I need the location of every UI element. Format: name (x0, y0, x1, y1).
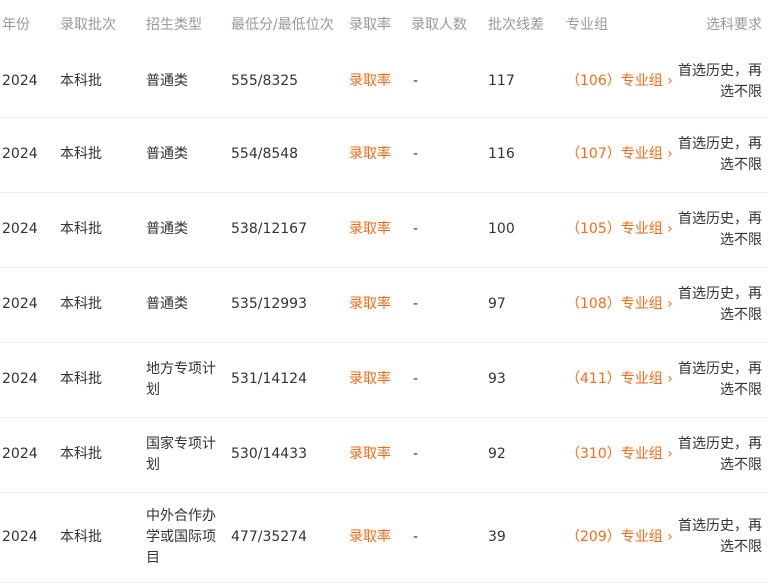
cell-rate[interactable]: 录取率 (349, 444, 391, 464)
cell-score: 538/12167 (231, 221, 307, 237)
cell-year: 2024 (2, 73, 38, 89)
cell-count: - (413, 371, 419, 387)
cell-type: 普通类 (146, 296, 188, 312)
cell-score: 535/12993 (231, 296, 307, 312)
cell-batch: 本科批 (60, 296, 102, 312)
cell-score: 555/8325 (231, 73, 299, 89)
cell-rate[interactable]: 录取率 (349, 294, 391, 314)
cell-batch: 本科批 (60, 221, 102, 237)
cell-type: 中外合作办学或国际项目 (146, 508, 216, 566)
cell-type: 普通类 (146, 73, 188, 89)
cell-group[interactable]: （108）专业组 › (566, 294, 673, 314)
cell-score: 477/35274 (231, 529, 307, 545)
cell-count: - (413, 446, 419, 462)
cell-type: 普通类 (146, 146, 188, 162)
header-rate: 录取率 (349, 17, 391, 33)
cell-diff: 93 (488, 371, 506, 387)
header-diff: 批次线差 (488, 17, 544, 33)
table-row: 2024 本科批 普通类 535/12993 录取率 - 97 （108）专业组 › 首选历史，… (0, 267, 768, 343)
table-row: 2024 本科批 普通类 555/8325 录取率 - 117 （106）专业组 › 首选历史，… (0, 46, 768, 118)
cell-year: 2024 (2, 529, 38, 545)
table-row: 2024 本科批 中外合作办学或国际项目 477/35274 录取率 - 39 （209）专业… (0, 492, 768, 583)
cell-diff: 116 (488, 146, 515, 162)
cell-diff: 39 (488, 529, 506, 545)
cell-batch: 本科批 (60, 73, 102, 89)
header-count: 录取人数 (411, 17, 467, 33)
table-row: 2024 本科批 地方专项计划 531/14124 录取率 - 93 （411）专业组 › 首选… (0, 342, 768, 418)
cell-group[interactable]: （411）专业组 › (566, 369, 673, 389)
cell-diff: 97 (488, 296, 506, 312)
cell-type: 国家专项计划 (146, 436, 216, 473)
table-header: 年份 录取批次 招生类型 最低分/最低位次 录取率 录取人数 批次线差 专业组 … (0, 0, 768, 46)
cell-group[interactable]: （106）专业组 › (566, 71, 673, 91)
cell-count: - (413, 296, 419, 312)
cell-batch: 本科批 (60, 371, 102, 387)
cell-year: 2024 (2, 371, 38, 387)
cell-type: 地方专项计划 (146, 361, 216, 398)
cell-req: 首选历史，再选不限 (678, 286, 762, 323)
cell-diff: 92 (488, 446, 506, 462)
cell-score: 554/8548 (231, 146, 299, 162)
cell-type: 普通类 (146, 221, 188, 237)
header-req: 选科要求 (706, 17, 762, 33)
cell-req: 首选历史，再选不限 (678, 361, 762, 398)
cell-req: 首选历史，再选不限 (678, 63, 762, 100)
cell-rate[interactable]: 录取率 (349, 369, 391, 389)
header-type: 招生类型 (146, 17, 202, 33)
cell-req: 首选历史，再选不限 (678, 436, 762, 473)
cell-count: - (413, 221, 419, 237)
cell-group[interactable]: （310）专业组 › (566, 444, 673, 464)
cell-year: 2024 (2, 146, 38, 162)
cell-group[interactable]: （107）专业组 › (566, 144, 673, 164)
cell-score: 531/14124 (231, 371, 307, 387)
cell-group[interactable]: （209）专业组 › (566, 527, 673, 547)
cell-year: 2024 (2, 296, 38, 312)
header-year: 年份 (2, 17, 30, 33)
cell-group[interactable]: （105）专业组 › (566, 219, 673, 239)
cell-score: 530/14433 (231, 446, 307, 462)
cell-req: 首选历史，再选不限 (678, 518, 762, 555)
cell-rate[interactable]: 录取率 (349, 144, 391, 164)
cell-diff: 100 (488, 221, 515, 237)
cell-batch: 本科批 (60, 446, 102, 462)
cell-batch: 本科批 (60, 529, 102, 545)
cell-rate[interactable]: 录取率 (349, 527, 391, 547)
table-row: 2024 本科批 普通类 538/12167 录取率 - 100 （105）专业组 › 首选历史… (0, 192, 768, 268)
cell-count: - (413, 529, 419, 545)
cell-year: 2024 (2, 221, 38, 237)
cell-count: - (413, 146, 419, 162)
cell-year: 2024 (2, 446, 38, 462)
cell-count: - (413, 73, 419, 89)
header-score: 最低分/最低位次 (231, 17, 334, 33)
cell-rate[interactable]: 录取率 (349, 219, 391, 239)
cell-batch: 本科批 (60, 146, 102, 162)
cell-req: 首选历史，再选不限 (678, 211, 762, 248)
table-row: 2024 本科批 国家专项计划 530/14433 录取率 - 92 （310）专业组 › 首选… (0, 417, 768, 493)
cell-diff: 117 (488, 73, 515, 89)
cell-rate[interactable]: 录取率 (349, 71, 391, 91)
header-group: 专业组 (566, 17, 608, 33)
header-batch: 录取批次 (60, 17, 116, 33)
table-row: 2024 本科批 普通类 554/8548 录取率 - 116 （107）专业组 › 首选历史，… (0, 117, 768, 193)
cell-req: 首选历史，再选不限 (678, 136, 762, 173)
